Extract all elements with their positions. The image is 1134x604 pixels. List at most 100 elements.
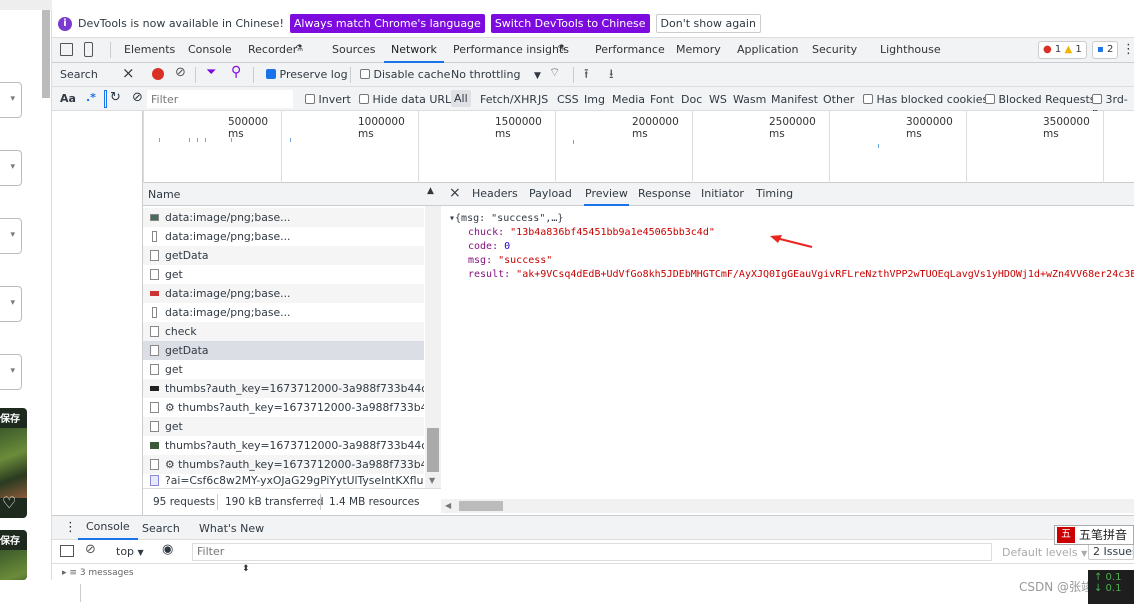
table-row[interactable]: data:image/png;base... — [143, 208, 424, 227]
preserve-log-checkbox[interactable]: Preserve log — [266, 68, 348, 81]
more-options-icon[interactable]: ⋮ — [64, 520, 77, 535]
clear-console-icon[interactable]: ⊘ — [85, 542, 96, 557]
filter-type-media[interactable]: Media — [612, 93, 645, 106]
heart-icon[interactable]: ♡ — [2, 493, 16, 512]
eye-icon[interactable]: ◉ — [162, 542, 173, 557]
tab-performance[interactable]: Performance — [595, 38, 665, 63]
tab-elements[interactable]: Elements — [124, 38, 175, 63]
close-icon[interactable]: × — [449, 185, 461, 201]
filter-type-manifest[interactable]: Manifest — [771, 93, 818, 106]
sidebar-toggle-icon[interactable] — [60, 545, 74, 557]
more-options-icon[interactable]: ⋮ — [1122, 42, 1134, 57]
filter-type-js[interactable]: JS — [538, 93, 548, 106]
table-row[interactable]: thumbs?auth_key=1673712000-3a988f733b44c… — [143, 436, 424, 455]
export-har-icon[interactable]: ⭳ — [609, 65, 614, 87]
filter-type-img[interactable]: Img — [584, 93, 605, 106]
match-language-button[interactable]: Always match Chrome's language — [289, 14, 485, 33]
tab-sources[interactable]: Sources — [332, 38, 376, 63]
checkbox-unchecked[interactable] — [985, 94, 995, 104]
tab-response[interactable]: Response — [638, 183, 691, 206]
invert-checkbox[interactable]: Invert — [305, 93, 351, 106]
checkbox-unchecked[interactable] — [305, 94, 315, 104]
import-har-icon[interactable]: ⭱ — [584, 65, 589, 87]
has-blocked-cookies-checkbox[interactable]: Has blocked cookies — [863, 93, 988, 106]
throttling-select[interactable]: No throttling ▼ — [451, 68, 541, 81]
table-row[interactable]: ?ai=Csf6c8w2MY-yxOJaG29gPiYytUlTyseIntKX… — [143, 474, 424, 488]
checkbox-unchecked[interactable] — [863, 94, 873, 104]
disable-cache-checkbox[interactable]: Disable cache — [360, 68, 450, 81]
table-row[interactable]: get — [143, 360, 424, 379]
inspect-element-icon[interactable] — [60, 43, 73, 56]
filter-icon[interactable]: ⏷ — [206, 65, 216, 80]
scrollbar-thumb[interactable] — [427, 428, 439, 472]
tab-lighthouse[interactable]: Lighthouse — [880, 38, 941, 63]
table-row[interactable]: ⚙ thumbs?auth_key=1673712000-3a988f733b4… — [143, 398, 424, 417]
table-row[interactable]: get — [143, 265, 424, 284]
checkbox-unchecked[interactable] — [1092, 94, 1102, 104]
tab-memory[interactable]: Memory — [676, 38, 721, 63]
expand-arrow-icon[interactable]: ▸ — [62, 568, 67, 578]
filter-type-doc[interactable]: Doc — [681, 93, 702, 106]
checkbox-checked[interactable] — [266, 69, 276, 79]
page-dropdown-3[interactable]: ▾ — [0, 218, 22, 254]
table-row[interactable]: data:image/png;base... — [143, 227, 424, 246]
table-row[interactable]: data:image/png;base... — [143, 303, 424, 322]
table-row[interactable]: check — [143, 322, 424, 341]
match-case-toggle[interactable]: Aa — [60, 92, 76, 105]
console-filter-input[interactable]: Filter — [192, 543, 992, 561]
scroll-down-icon[interactable]: ▼ — [429, 476, 435, 485]
page-dropdown-5[interactable]: ▾ — [0, 354, 22, 390]
record-icon[interactable] — [152, 68, 164, 80]
log-levels-select[interactable]: Default levels ▼ — [1002, 546, 1087, 559]
filter-type-fetch-xhr[interactable]: Fetch/XHR — [480, 93, 537, 106]
checkbox-unchecked[interactable] — [359, 94, 369, 104]
sort-up-icon[interactable]: ▲ — [427, 186, 434, 196]
name-column-header[interactable]: Name — [148, 188, 180, 201]
device-toolbar-icon[interactable] — [84, 42, 93, 57]
request-list-scrollbar[interactable]: ▼ — [425, 206, 441, 488]
resize-handle-icon[interactable]: ⬍ — [242, 564, 250, 574]
tab-timing[interactable]: Timing — [756, 183, 793, 206]
ime-toolbar[interactable]: 五 五笔拼音 — [1054, 525, 1134, 545]
tab-payload[interactable]: Payload — [529, 183, 572, 206]
filter-input[interactable]: Filter — [147, 90, 293, 108]
tab-recorder[interactable]: Recorder — [248, 38, 297, 63]
filter-type-font[interactable]: Font — [650, 93, 674, 106]
filter-type-other[interactable]: Other — [823, 93, 854, 106]
tab-console[interactable]: Console — [188, 38, 232, 63]
tab-performance-insights[interactable]: Performance insights — [453, 38, 569, 63]
search-icon[interactable]: ⚲ — [231, 64, 241, 80]
tab-network[interactable]: Network — [384, 38, 444, 63]
blocked-requests-checkbox[interactable]: Blocked Requests — [985, 93, 1096, 106]
tab-preview[interactable]: Preview — [584, 183, 629, 206]
drawer-tab-console[interactable]: Console — [78, 516, 138, 540]
filter-type-css[interactable]: CSS — [557, 93, 579, 106]
page-thumbnail-1[interactable]: 保存 ♡ — [0, 408, 27, 518]
filter-type-ws[interactable]: WS — [709, 93, 727, 106]
search-input[interactable] — [104, 90, 107, 108]
drawer-tab-search[interactable]: Search — [142, 522, 180, 535]
issues-button[interactable]: 2 Issues — [1088, 543, 1134, 560]
scrollbar-thumb[interactable] — [459, 501, 503, 511]
regex-toggle[interactable]: .* — [86, 91, 96, 104]
scroll-left-icon[interactable]: ◀ — [445, 501, 451, 510]
dont-show-again-button[interactable]: Don't show again — [655, 14, 761, 33]
table-row[interactable]: get — [143, 417, 424, 436]
network-overview[interactable]: 500000 ms 1000000 ms 1500000 ms 2000000 … — [143, 111, 1134, 183]
close-icon[interactable]: × — [122, 64, 135, 82]
clear-icon[interactable]: ⊘ — [132, 90, 143, 105]
hide-data-urls-checkbox[interactable]: Hide data URLs — [359, 93, 457, 106]
table-row-selected[interactable]: getData — [143, 341, 424, 360]
filter-type-all[interactable]: All — [451, 90, 471, 107]
tab-headers[interactable]: Headers — [472, 183, 518, 206]
page-dropdown-2[interactable]: ▾ — [0, 150, 22, 186]
json-root[interactable]: ▾{msg: "success",…} — [449, 213, 563, 224]
detail-hscrollbar[interactable]: ◀ — [441, 499, 1134, 513]
network-conditions-icon[interactable]: ⌔ — [549, 65, 560, 80]
checkbox-unchecked[interactable] — [360, 69, 370, 79]
page-thumbnail-2[interactable]: 保存 — [0, 530, 27, 580]
filter-type-wasm[interactable]: Wasm — [733, 93, 766, 106]
table-row[interactable]: data:image/png;base... — [143, 284, 424, 303]
messages-counter[interactable]: ▪ 2 — [1092, 41, 1119, 59]
page-dropdown-4[interactable]: ▾ — [0, 286, 22, 322]
